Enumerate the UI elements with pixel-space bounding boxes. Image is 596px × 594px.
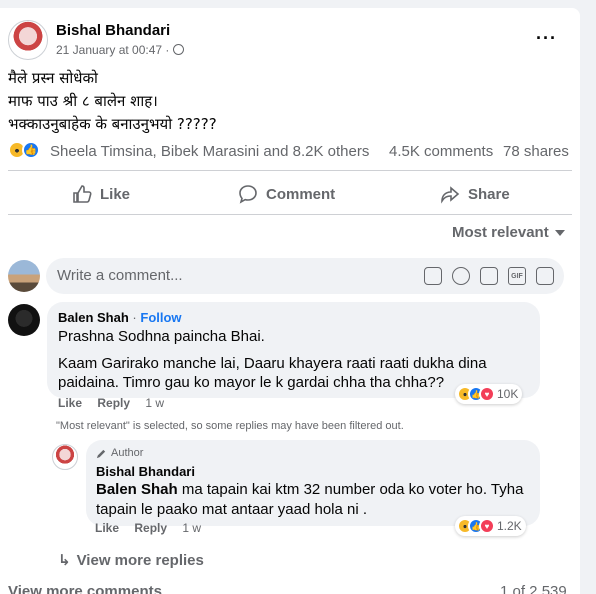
- emoji-icon[interactable]: [452, 267, 470, 285]
- more-options-icon[interactable]: ···: [536, 28, 557, 49]
- globe-icon: [172, 44, 184, 55]
- comment-pager: 1 of 2,539: [500, 583, 567, 594]
- sticker-icon[interactable]: [536, 267, 554, 285]
- divider: [8, 170, 572, 171]
- caret-down-icon: [554, 230, 565, 237]
- view-more-replies-label: View more replies: [76, 552, 204, 569]
- commenter-avatar[interactable]: [8, 304, 40, 336]
- avatar-sticker-icon[interactable]: [424, 267, 442, 285]
- composer-icons: GIF: [424, 267, 554, 285]
- post-card: Bishal Bhandari 21 January at 00:47 · ··…: [0, 8, 580, 594]
- meta-separator: ·: [165, 43, 170, 57]
- follow-separator: ·: [132, 310, 137, 325]
- comment-label: Comment: [266, 185, 336, 203]
- love-reaction-icon: ♥: [479, 518, 495, 534]
- reaction-emojis: 👍 ♥: [457, 517, 495, 535]
- comments-count[interactable]: 4.5K comments: [389, 143, 493, 160]
- post-author-name[interactable]: Bishal Bhandari: [56, 22, 170, 39]
- like-button[interactable]: Like: [72, 184, 130, 204]
- comment-text-line-1: Prashna Sodhna paincha Bhai.: [58, 328, 265, 345]
- comment-text-line-3: paidaina. Timro gau ko mayor le k gardai…: [58, 374, 445, 391]
- like-label: Like: [100, 185, 131, 203]
- pencil-icon: [96, 449, 106, 458]
- reply-author-name[interactable]: Bishal Bhandari: [96, 464, 195, 479]
- camera-icon[interactable]: [480, 267, 498, 285]
- shares-count[interactable]: 78 shares: [503, 143, 569, 160]
- comment-header: Balen Shah · Follow: [58, 310, 182, 325]
- reply-avatar[interactable]: [52, 444, 78, 470]
- love-reaction-icon: ♥: [479, 386, 495, 402]
- commenter-name[interactable]: Balen Shah: [58, 310, 129, 325]
- like-reaction-icon: 👍: [22, 141, 40, 159]
- reply-reply-button[interactable]: Reply: [134, 521, 167, 535]
- filter-note: "Most relevant" is selected, so some rep…: [56, 420, 404, 432]
- comment-reaction-count: 10K: [497, 387, 519, 401]
- reply-reactions[interactable]: 👍 ♥ 1.2K: [455, 516, 526, 536]
- reply-actions: Like Reply 1 w: [95, 521, 213, 535]
- gif-icon[interactable]: GIF: [508, 267, 526, 285]
- view-more-comments[interactable]: View more comments: [8, 583, 162, 594]
- follow-button[interactable]: Follow: [140, 310, 181, 325]
- sort-label: Most relevant: [452, 224, 549, 241]
- comment-bubble-icon: [239, 185, 257, 204]
- comment-input[interactable]: Write a comment... GIF: [46, 258, 564, 294]
- post-text-line-2: माफ पाउ श्री ८ बालेन शाह।: [8, 92, 158, 110]
- thumbs-up-icon: [73, 185, 92, 203]
- reply-text-rest: ma tapain kai ktm 32 number oda ko voter…: [177, 481, 524, 498]
- reply-like-button[interactable]: Like: [95, 521, 119, 535]
- post-text-line-3: भक्काउनुबाहेक के बनाउनुभयो ?????: [8, 115, 217, 133]
- reaction-emojis[interactable]: 👍 ♥: [8, 141, 48, 161]
- sort-dropdown[interactable]: Most relevant: [452, 224, 565, 241]
- divider: [8, 214, 572, 215]
- reply-bubble: Author Bishal Bhandari Balen Shah ma tap…: [86, 440, 540, 526]
- share-button[interactable]: Share: [440, 184, 510, 204]
- reply-reaction-count: 1.2K: [497, 519, 522, 533]
- comment-reactions[interactable]: 👍 ♥ 10K: [455, 384, 523, 404]
- reply-text-line-2: tapain le paako mat antaar yaad hola ni …: [96, 501, 368, 518]
- post-text-line-1: मैले प्रस्न सोधेको: [8, 69, 98, 87]
- author-badge: Author: [96, 447, 143, 459]
- reply-arrow-icon: ↳: [58, 552, 71, 569]
- reactors-text[interactable]: Sheela Timsina, Bibek Marasini and 8.2K …: [50, 143, 369, 160]
- reply-time[interactable]: 1 w: [182, 521, 201, 535]
- author-avatar[interactable]: [8, 20, 48, 60]
- comment-placeholder: Write a comment...: [57, 267, 183, 284]
- reply-text-line-1: Balen Shah ma tapain kai ktm 32 number o…: [96, 480, 523, 499]
- comment-text-line-2: Kaam Garirako manche lai, Daaru khayera …: [58, 355, 487, 372]
- comment-actions: Like Reply 1 w: [58, 396, 176, 410]
- share-label: Share: [468, 185, 510, 203]
- post-meta: 21 January at 00:47 ·: [56, 43, 184, 57]
- mention-link[interactable]: Balen Shah: [96, 481, 178, 498]
- comment-reply-button[interactable]: Reply: [97, 396, 130, 410]
- share-arrow-icon: [441, 186, 460, 204]
- reaction-emojis: 👍 ♥: [457, 385, 495, 403]
- comment-like-button[interactable]: Like: [58, 396, 82, 410]
- current-user-avatar[interactable]: [8, 260, 40, 292]
- comment-button[interactable]: Comment: [238, 184, 335, 204]
- author-badge-label: Author: [111, 447, 144, 459]
- view-more-replies[interactable]: ↳ View more replies: [58, 551, 204, 569]
- post-timestamp[interactable]: 21 January at 00:47: [56, 43, 162, 57]
- comment-time[interactable]: 1 w: [145, 396, 164, 410]
